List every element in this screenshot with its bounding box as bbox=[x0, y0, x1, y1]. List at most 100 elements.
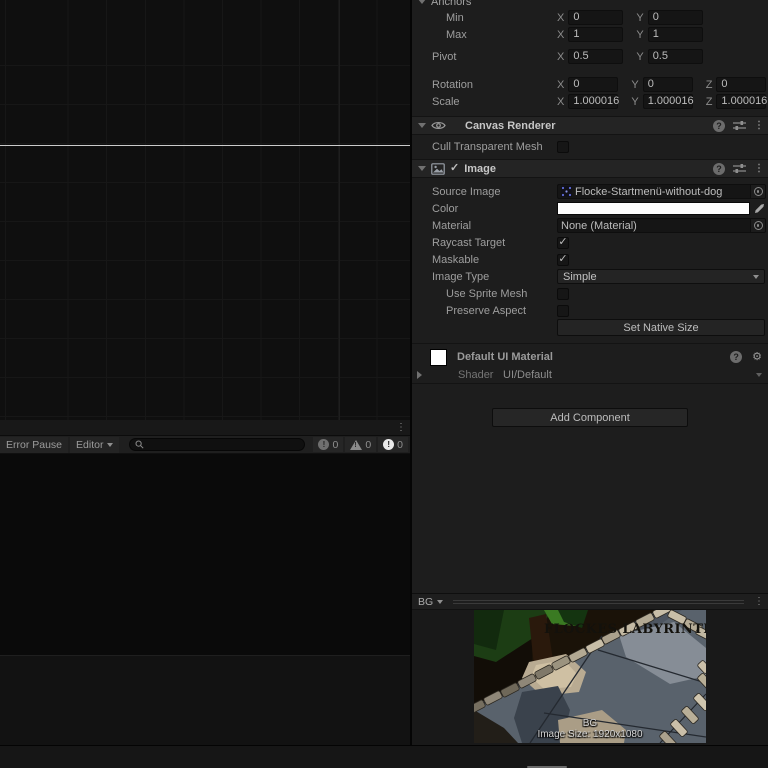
unity-editor-window: ⋮ Error Pause Editor ! 0 0 ! bbox=[0, 0, 768, 768]
help-icon[interactable]: ? bbox=[713, 163, 725, 175]
color-label: Color bbox=[432, 203, 557, 215]
pivot-label: Pivot bbox=[432, 51, 557, 63]
preview-kebab-menu-icon[interactable]: ⋮ bbox=[754, 597, 762, 607]
image-enabled-checkbox[interactable]: ✓ bbox=[450, 163, 459, 174]
object-picker-icon[interactable] bbox=[751, 218, 766, 233]
scale-label: Scale bbox=[432, 96, 557, 108]
cull-transparent-mesh-row: Cull Transparent Mesh bbox=[412, 138, 768, 155]
axis-x-label[interactable]: X bbox=[557, 29, 564, 41]
kebab-menu-icon[interactable]: ⋮ bbox=[754, 164, 762, 174]
scene-view[interactable] bbox=[0, 0, 410, 420]
axis-y-label[interactable]: Y bbox=[631, 96, 638, 108]
source-image-row: Source Image Flocke-Startmenü-without-do… bbox=[412, 183, 768, 200]
axis-z-label[interactable]: Z bbox=[706, 96, 713, 108]
error-count-toggle[interactable]: ! 0 bbox=[378, 437, 408, 452]
preserve-aspect-checkbox[interactable] bbox=[557, 305, 569, 317]
axis-y-label[interactable]: Y bbox=[636, 51, 643, 63]
axis-y-label[interactable]: Y bbox=[636, 12, 643, 24]
preview-drag-handle[interactable] bbox=[453, 600, 744, 604]
cull-transparent-mesh-label: Cull Transparent Mesh bbox=[432, 141, 557, 153]
max-label: Max bbox=[446, 29, 557, 41]
axis-x-label[interactable]: X bbox=[557, 51, 564, 63]
raycast-target-checkbox[interactable]: ✓ bbox=[557, 237, 569, 249]
console-tab-bar: ⋮ bbox=[0, 420, 410, 436]
console-search-input[interactable] bbox=[129, 438, 305, 451]
warning-count-toggle[interactable]: 0 bbox=[345, 437, 376, 452]
add-component-button[interactable]: Add Component bbox=[492, 408, 688, 427]
warning-icon bbox=[350, 440, 362, 450]
image-type-value: Simple bbox=[563, 271, 597, 283]
search-icon bbox=[135, 440, 144, 449]
material-preview-title: Default UI Material bbox=[457, 351, 553, 363]
rotation-label: Rotation bbox=[432, 79, 557, 91]
use-sprite-mesh-checkbox[interactable] bbox=[557, 288, 569, 300]
axis-x-label[interactable]: X bbox=[557, 79, 564, 91]
image-type-row: Image Type Simple bbox=[412, 268, 768, 285]
rotation-y-field[interactable]: 0 bbox=[643, 77, 693, 92]
presets-icon[interactable] bbox=[733, 163, 746, 174]
info-count-toggle[interactable]: ! 0 bbox=[313, 437, 343, 452]
anchors-label: Anchors bbox=[431, 0, 471, 8]
image-foldout-icon[interactable] bbox=[418, 166, 426, 171]
canvas-renderer-title: Canvas Renderer bbox=[465, 120, 556, 132]
shader-foldout-icon[interactable] bbox=[417, 371, 422, 379]
image-component-header[interactable]: ✓ Image ? ⋮ bbox=[412, 159, 768, 178]
game-title-text: FLOCKES LABYRINTH bbox=[544, 622, 706, 637]
info-icon: ! bbox=[318, 439, 329, 450]
pivot-y-field[interactable]: 0.5 bbox=[648, 49, 703, 64]
preview-tab-dropdown[interactable]: BG bbox=[418, 596, 443, 608]
set-native-size-button[interactable]: Set Native Size bbox=[557, 319, 765, 336]
shader-value[interactable]: UI/Default bbox=[503, 369, 552, 381]
error-pause-label: Error Pause bbox=[6, 439, 62, 451]
anchor-max-y-field[interactable]: 1 bbox=[648, 27, 703, 42]
maskable-row: Maskable ✓ bbox=[412, 251, 768, 268]
console-log-area[interactable] bbox=[0, 454, 410, 655]
object-picker-icon[interactable] bbox=[751, 184, 766, 199]
kebab-menu-icon[interactable]: ⋮ bbox=[754, 121, 762, 131]
gear-icon[interactable]: ⚙ bbox=[752, 352, 762, 363]
material-object-field[interactable]: None (Material) bbox=[557, 218, 751, 233]
axis-x-label[interactable]: X bbox=[557, 96, 564, 108]
anchors-foldout-icon[interactable] bbox=[418, 0, 426, 4]
help-icon[interactable]: ? bbox=[713, 120, 725, 132]
maskable-label: Maskable bbox=[432, 254, 557, 266]
axis-y-label[interactable]: Y bbox=[631, 79, 638, 91]
source-image-object-field[interactable]: Flocke-Startmenü-without-dog bbox=[557, 184, 751, 199]
image-type-label: Image Type bbox=[432, 271, 557, 283]
anchor-max-x-field[interactable]: 1 bbox=[568, 27, 623, 42]
anchor-min-row: Min X0 Y0 bbox=[412, 9, 768, 26]
anchor-min-y-field[interactable]: 0 bbox=[648, 10, 703, 25]
chevron-down-icon bbox=[756, 373, 762, 377]
editor-dropdown-button[interactable]: Editor bbox=[70, 437, 119, 453]
canvas-renderer-header[interactable]: Canvas Renderer ? ⋮ bbox=[412, 116, 768, 135]
color-swatch-field[interactable] bbox=[557, 202, 750, 215]
error-pause-button[interactable]: Error Pause bbox=[0, 437, 68, 453]
eyedropper-icon[interactable] bbox=[754, 203, 765, 214]
axis-x-label[interactable]: X bbox=[557, 12, 564, 24]
image-type-dropdown[interactable]: Simple bbox=[557, 269, 765, 284]
error-icon: ! bbox=[383, 439, 394, 450]
scale-z-field[interactable]: 1.000016 bbox=[716, 94, 766, 109]
cull-transparent-mesh-checkbox[interactable] bbox=[557, 141, 569, 153]
console-kebab-menu-icon[interactable]: ⋮ bbox=[396, 423, 404, 433]
preview-header: BG ⋮ bbox=[412, 593, 768, 610]
axis-z-label[interactable]: Z bbox=[706, 79, 713, 91]
presets-icon[interactable] bbox=[733, 120, 746, 131]
chevron-down-icon bbox=[437, 600, 443, 604]
canvas-renderer-foldout-icon[interactable] bbox=[418, 123, 426, 128]
console-toolbar: Error Pause Editor ! 0 0 ! 0 bbox=[0, 436, 410, 454]
rotation-x-field[interactable]: 0 bbox=[568, 77, 618, 92]
shader-label: Shader bbox=[458, 369, 492, 381]
info-count: 0 bbox=[332, 439, 338, 451]
scale-x-field[interactable]: 1.000016 bbox=[568, 94, 618, 109]
status-bar bbox=[0, 745, 768, 768]
maskable-checkbox[interactable]: ✓ bbox=[557, 254, 569, 266]
pivot-x-field[interactable]: 0.5 bbox=[568, 49, 623, 64]
axis-y-label[interactable]: Y bbox=[636, 29, 643, 41]
anchor-min-x-field[interactable]: 0 bbox=[568, 10, 623, 25]
help-icon[interactable]: ? bbox=[730, 351, 742, 363]
rotation-z-field[interactable]: 0 bbox=[716, 77, 766, 92]
scale-y-field[interactable]: 1.000016 bbox=[643, 94, 693, 109]
color-row: Color bbox=[412, 200, 768, 217]
eye-icon bbox=[431, 120, 446, 131]
